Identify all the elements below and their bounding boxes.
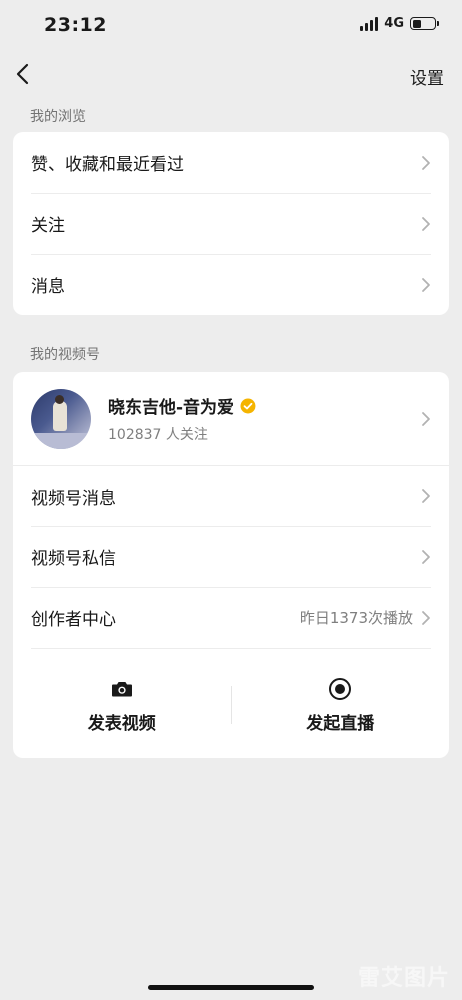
profile-followers: 102837 人关注 [108, 427, 208, 443]
battery-icon [410, 17, 439, 30]
section-label-browse: 我的浏览 [30, 109, 86, 125]
profile-name: 晓东吉他-音为爱 [108, 398, 235, 418]
post-video-button[interactable]: 发表视频 [13, 648, 231, 758]
chevron-right-icon [422, 549, 430, 564]
row-label: 关注 [31, 216, 65, 236]
home-indicator[interactable] [148, 985, 314, 990]
start-live-label: 发起直播 [306, 714, 375, 734]
network-type: 4G [384, 16, 404, 31]
chevron-right-icon [422, 610, 430, 625]
live-record-icon [329, 678, 352, 700]
chevron-right-icon [422, 411, 430, 426]
profile-info: 晓东吉他-音为爱 102837 人关注 [108, 393, 421, 444]
start-live-button[interactable]: 发起直播 [232, 648, 450, 758]
avatar [31, 388, 91, 449]
list-item-creator-center[interactable]: 创作者中心 昨日1373次播放 [13, 587, 449, 648]
row-label: 视频号私信 [31, 549, 116, 569]
row-label: 消息 [31, 277, 65, 297]
chevron-right-icon [422, 216, 430, 231]
chevron-left-icon [16, 63, 29, 85]
row-label: 赞、收藏和最近看过 [31, 155, 184, 175]
settings-link[interactable]: 设置 [410, 64, 444, 89]
back-button[interactable] [14, 62, 34, 86]
status-indicators: 4G [360, 16, 439, 31]
section-label-channel: 我的视频号 [30, 347, 100, 363]
status-bar: 23:12 4G [0, 0, 462, 52]
chevron-right-icon [422, 489, 430, 503]
signal-icon [360, 16, 379, 31]
chevron-right-icon [422, 277, 430, 292]
status-time: 23:12 [44, 14, 107, 36]
list-item-following[interactable]: 关注 [13, 193, 449, 254]
creator-center-stats: 昨日1373次播放 [299, 609, 413, 627]
list-item-channel-private-messages[interactable]: 视频号私信 [13, 526, 449, 587]
channel-actions: 发表视频 发起直播 [13, 648, 449, 758]
camera-icon [111, 682, 132, 697]
chevron-right-icon [422, 155, 430, 170]
channel-profile-row[interactable]: 晓东吉他-音为爱 102837 人关注 [13, 372, 449, 465]
list-item-messages[interactable]: 消息 [13, 254, 449, 315]
browse-card: 赞、收藏和最近看过 关注 消息 [13, 132, 449, 315]
post-video-label: 发表视频 [87, 714, 156, 734]
verified-badge-icon [240, 398, 256, 413]
row-label: 视频号消息 [31, 488, 116, 509]
list-item-likes-favorites-history[interactable]: 赞、收藏和最近看过 [13, 132, 449, 193]
list-item-channel-messages[interactable]: 视频号消息 [13, 465, 449, 526]
row-label: 创作者中心 [31, 610, 116, 630]
watermark: 雷艾图片 [357, 966, 450, 991]
channel-card: 晓东吉他-音为爱 102837 人关注 视频号消息 视频号私信 创作者中心 昨日… [13, 372, 449, 758]
